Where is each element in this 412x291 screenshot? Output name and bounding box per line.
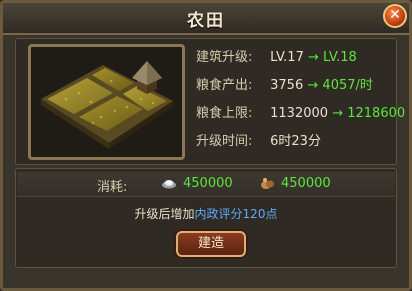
stat-label: 粮食产出: xyxy=(196,78,253,93)
stat-food-output: 粮食产出: 3756 → 4057/时 xyxy=(196,72,396,100)
stat-label: 升级时间: xyxy=(196,134,253,149)
silver-ingot-icon xyxy=(162,180,176,189)
bonus-prefix: 升级后增加 xyxy=(134,207,195,221)
building-image xyxy=(28,44,185,160)
building-stats: 建筑升级: LV.17 → LV.18 粮食产出: 3756 → 4057/时 … xyxy=(196,44,405,156)
farm-field-icon xyxy=(41,61,173,149)
arrow-right-icon: → xyxy=(332,106,344,121)
upgrade-time-value: 6时23分 xyxy=(270,134,321,149)
arrow-right-icon: → xyxy=(307,78,319,93)
next-value: LV.18 xyxy=(323,50,357,65)
farm-dialog: 农田 ✕ 建筑升级: LV.17 → LV.18 粮食产出: 3756 → 40… xyxy=(0,0,412,291)
close-icon: ✕ xyxy=(389,7,401,23)
arrow-right-icon: → xyxy=(308,50,319,65)
stat-label: 建筑升级: xyxy=(196,50,253,65)
stat-upgrade-time: 升级时间: 6时23分 xyxy=(196,128,396,156)
next-value: 4057/时 xyxy=(322,78,373,93)
close-button[interactable]: ✕ xyxy=(383,4,407,28)
next-value: 1218600 xyxy=(347,106,406,121)
current-value: LV.17 xyxy=(270,50,304,65)
upgrade-bonus-text: 升级后增加内政评分120点 xyxy=(16,205,396,222)
cost-label: 消耗: xyxy=(97,180,128,195)
current-value: 1132000 xyxy=(270,106,329,121)
stat-level: 建筑升级: LV.17 → LV.18 xyxy=(196,44,396,72)
food-sack-icon xyxy=(261,178,274,189)
title-bar: 农田 ✕ xyxy=(3,3,409,35)
current-value: 3756 xyxy=(270,78,304,93)
cost-row: 消耗: 450000 450000 xyxy=(17,172,395,197)
food-cost-value: 450000 xyxy=(281,176,331,191)
stat-label: 粮食上限: xyxy=(196,106,253,121)
cost-panel: 消耗: 450000 450000 升级后增加内政评分120点 建造 xyxy=(15,168,397,268)
stat-food-cap: 粮食上限: 1132000 → 1218600 xyxy=(196,100,405,128)
dialog-title: 农田 xyxy=(187,11,225,31)
bonus-highlight: 内政评分120点 xyxy=(194,207,278,221)
build-button[interactable]: 建造 xyxy=(176,231,246,257)
silver-cost-value: 450000 xyxy=(183,176,233,191)
building-info-panel: 建筑升级: LV.17 → LV.18 粮食产出: 3756 → 4057/时 … xyxy=(15,38,405,165)
